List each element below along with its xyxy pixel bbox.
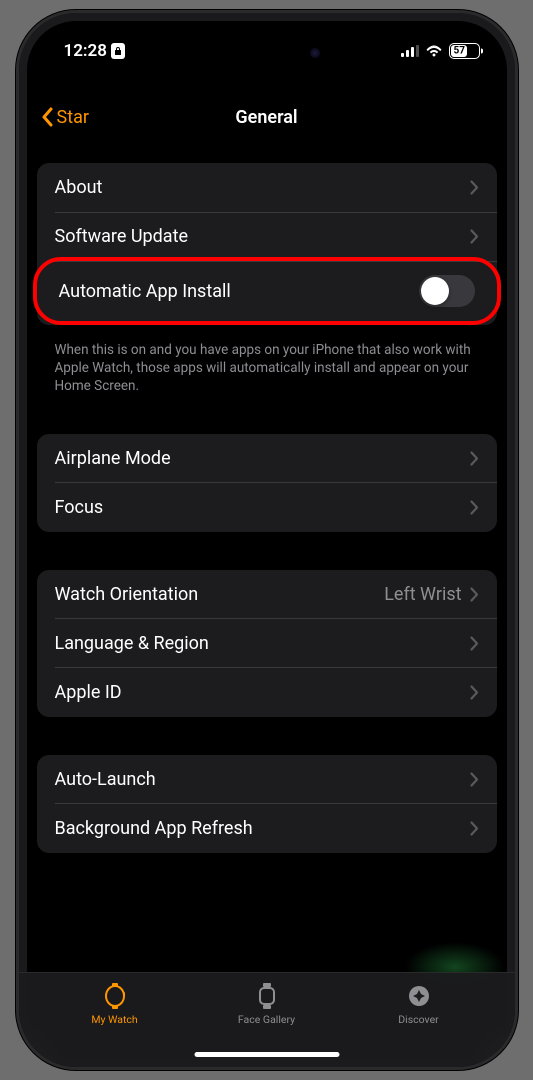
row-label: Watch Orientation: [55, 584, 199, 605]
row-software-update[interactable]: Software Update: [37, 212, 497, 261]
row-label: Language & Region: [55, 633, 209, 654]
chevron-right-icon: [470, 821, 479, 836]
row-label: About: [55, 177, 103, 198]
row-background-refresh[interactable]: Background App Refresh: [37, 804, 497, 853]
chevron-right-icon: [470, 685, 479, 700]
row-label: Apple ID: [55, 682, 122, 703]
toggle-auto-install[interactable]: [419, 275, 475, 307]
row-language-region[interactable]: Language & Region: [37, 619, 497, 668]
section-watch-settings: Watch Orientation Left Wrist Language & …: [37, 570, 497, 717]
chevron-right-icon: [470, 587, 479, 602]
row-airplane-mode[interactable]: Airplane Mode: [37, 434, 497, 483]
row-auto-launch[interactable]: Auto-Launch: [37, 755, 497, 804]
dynamic-island: [202, 35, 332, 71]
chevron-right-icon: [470, 229, 479, 244]
chevron-right-icon: [470, 636, 479, 651]
row-label: Automatic App Install: [59, 281, 231, 302]
row-label: Background App Refresh: [55, 818, 253, 839]
status-indicators: 57: [401, 43, 480, 59]
row-label: Software Update: [55, 226, 189, 247]
row-watch-orientation[interactable]: Watch Orientation Left Wrist: [37, 570, 497, 619]
portrait-lock-icon: [111, 43, 125, 59]
row-label: Focus: [55, 497, 104, 518]
section-apps: Auto-Launch Background App Refresh: [37, 755, 497, 853]
discover-icon: [406, 983, 432, 1009]
row-value: Left Wrist: [384, 584, 461, 605]
section-general: About Software Update Automatic App Inst…: [37, 163, 497, 325]
row-label: Auto-Launch: [55, 769, 156, 790]
back-label: Star: [57, 107, 89, 128]
battery-icon: 57: [449, 43, 480, 59]
tab-discover[interactable]: Discover: [343, 983, 493, 1067]
face-gallery-icon: [254, 983, 280, 1009]
time-label: 12:28: [64, 41, 107, 61]
tab-label: My Watch: [91, 1013, 137, 1026]
row-label: Airplane Mode: [55, 448, 171, 469]
page-title: General: [235, 107, 297, 128]
tab-label: Discover: [398, 1013, 438, 1026]
status-time: 12:28: [64, 41, 125, 61]
chevron-left-icon: [41, 107, 53, 127]
row-focus[interactable]: Focus: [37, 483, 497, 532]
back-button[interactable]: Star: [41, 107, 89, 128]
chevron-right-icon: [470, 500, 479, 515]
section-footer: When this is on and you have apps on you…: [37, 333, 497, 396]
section-modes: Airplane Mode Focus: [37, 434, 497, 532]
phone-frame: 12:28 57 Star General Ab: [16, 10, 518, 1070]
tab-label: Face Gallery: [238, 1013, 295, 1026]
navigation-bar: Star General: [19, 93, 515, 141]
toggle-knob: [421, 277, 449, 305]
row-about[interactable]: About: [37, 163, 497, 212]
home-indicator[interactable]: [194, 1052, 339, 1057]
battery-level: 57: [454, 45, 465, 56]
row-apple-id[interactable]: Apple ID: [37, 668, 497, 717]
chevron-right-icon: [470, 451, 479, 466]
chevron-right-icon: [470, 180, 479, 195]
chevron-right-icon: [470, 772, 479, 787]
tab-my-watch[interactable]: My Watch: [39, 983, 189, 1067]
settings-content[interactable]: About Software Update Automatic App Inst…: [19, 163, 515, 972]
cellular-icon: [401, 45, 419, 57]
wifi-icon: [425, 44, 443, 57]
row-automatic-app-install[interactable]: Automatic App Install: [33, 257, 501, 325]
watch-icon: [102, 983, 128, 1009]
